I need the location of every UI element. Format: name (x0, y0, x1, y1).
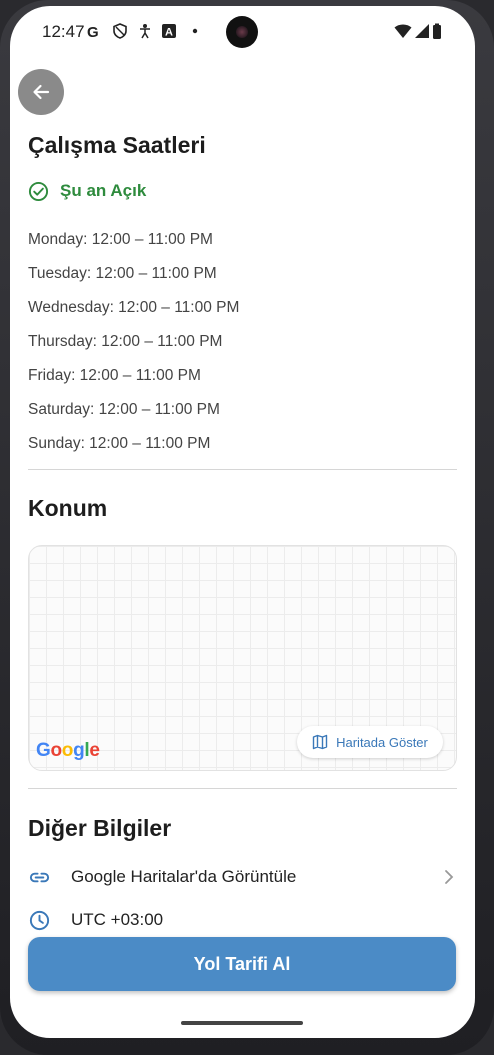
wifi-icon (394, 24, 412, 38)
shield-icon (113, 23, 127, 39)
google-maps-link-label: Google Haritalar'da Görüntüle (71, 867, 297, 886)
hours-title: Çalışma Saatleri (28, 132, 206, 158)
other-info-title: Diğer Bilgiler (28, 815, 172, 841)
signal-icon (415, 24, 429, 38)
hours-row-tuesday: Tuesday: 12:00 – 11:00 PM (28, 265, 217, 282)
map-icon (312, 734, 328, 750)
divider (28, 469, 457, 470)
show-on-map-button[interactable]: Haritada Göster (297, 726, 443, 758)
svg-text:A: A (165, 27, 173, 39)
back-button[interactable] (18, 69, 64, 115)
hours-row-saturday: Saturday: 12:00 – 11:00 PM (28, 401, 220, 418)
open-status-label: Şu an Açık (60, 181, 147, 200)
hours-list: Monday: 12:00 – 11:00 PM Tuesday: 12:00 … (28, 230, 239, 468)
hours-row-sunday: Sunday: 12:00 – 11:00 PM (28, 435, 211, 452)
font-icon: A (162, 24, 176, 39)
show-on-map-label: Haritada Göster (336, 734, 428, 750)
status-time: 12:47 (42, 22, 85, 41)
google-logo: Google (36, 740, 100, 761)
accessibility-icon (140, 24, 150, 39)
svg-text:G: G (87, 24, 99, 39)
google-maps-link-row[interactable]: Google Haritalar'da Görüntüle (28, 862, 458, 892)
clock-icon (29, 910, 50, 930)
home-indicator[interactable] (181, 1021, 303, 1025)
chevron-right-icon (445, 870, 454, 884)
timezone-label: UTC +03:00 (71, 910, 164, 929)
hours-row-wednesday: Wednesday: 12:00 – 11:00 PM (28, 299, 240, 316)
hours-row-friday: Friday: 12:00 – 11:00 PM (28, 367, 201, 384)
timezone-row: UTC +03:00 (28, 905, 458, 935)
dot-icon (192, 28, 198, 34)
arrow-left-icon (33, 84, 50, 100)
get-directions-button[interactable]: Yol Tarifi Al (28, 937, 456, 991)
map-preview[interactable]: Google Haritada Göster (28, 545, 457, 771)
google-g-icon: G (87, 24, 99, 39)
status-bar: 12:47 G A (10, 6, 475, 54)
divider (28, 788, 457, 789)
open-status: Şu an Açık (28, 179, 146, 203)
front-camera (226, 16, 258, 48)
location-title: Konum (28, 495, 108, 521)
get-directions-label: Yol Tarifi Al (193, 953, 291, 974)
link-icon (29, 872, 50, 882)
hours-row-monday: Monday: 12:00 – 11:00 PM (28, 231, 213, 248)
hours-row-thursday: Thursday: 12:00 – 11:00 PM (28, 333, 223, 350)
screen: 12:47 G A Çalışma Saatleri Şu an Açık Mo… (10, 6, 475, 1038)
check-circle-icon (28, 181, 49, 201)
battery-icon (433, 23, 441, 39)
